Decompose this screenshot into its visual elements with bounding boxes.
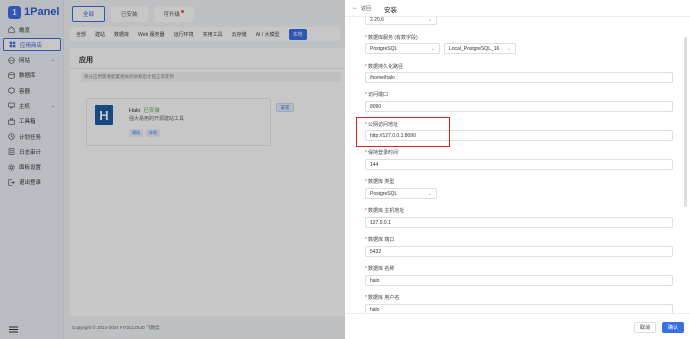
label-text: 保持登录时间 (367, 150, 398, 156)
data-path-label: *数据持久化路径 (365, 64, 403, 70)
confirm-button[interactable]: 确认 (662, 322, 684, 333)
chevron-down-icon: ⌄ (427, 17, 432, 23)
db-port-input[interactable]: 5432 (365, 246, 673, 257)
label-text: 数据库服务 (有数字段) (367, 35, 418, 41)
back-link[interactable]: 返回 (361, 5, 371, 12)
label-text: 访问端口 (367, 92, 388, 98)
form-scroll-area[interactable]: 2.20.6 ⌄ *数据库服务 (有数字段) PostgreSQL ⌄ Loca… (345, 17, 690, 313)
data-path-input[interactable]: /home/halo (365, 72, 673, 83)
drawer-title: 安装 (384, 7, 397, 14)
label-text: 数据库 名称 (367, 266, 395, 272)
cancel-button[interactable]: 取消 (634, 322, 656, 333)
db-user-label: *数据库 用户名 (365, 295, 400, 301)
drawer-header: ← 返回 安装 (345, 0, 690, 17)
select-value: Local_PostgreSQL_16 (449, 46, 500, 52)
select-value: PostgreSQL (370, 191, 398, 197)
drawer-footer: 取消 确认 (345, 313, 690, 339)
label-text: 数据库 主机地址 (367, 208, 405, 214)
annotation-highlight-box (356, 117, 450, 147)
chevron-down-icon: ⌄ (506, 46, 511, 52)
label-text: 数据库 端口 (367, 237, 395, 243)
db-name-label: *数据库 名称 (365, 266, 395, 272)
port-input[interactable]: 8090 (365, 101, 673, 112)
select-value: PostgreSQL (370, 46, 398, 52)
label-text: 数据库 类型 (367, 179, 395, 185)
back-arrow-icon[interactable]: ← (352, 5, 358, 11)
install-drawer: ← 返回 安装 2.20.6 ⌄ *数据库服务 (有数字段) PostgreSQ… (345, 0, 690, 339)
db-service-type-select[interactable]: PostgreSQL ⌄ (365, 43, 440, 54)
label-text: 数据持久化路径 (367, 64, 403, 70)
db-host-label: *数据库 主机地址 (365, 208, 405, 214)
app-root: 1 1Panel 概览 应用商店 网站 ⌄ 数据库 容器 主机 ⌄ 工具箱 计划… (0, 0, 690, 339)
scrollbar[interactable] (684, 37, 687, 207)
db-port-label: *数据库 端口 (365, 237, 395, 243)
version-select[interactable]: 2.20.6 ⌄ (365, 17, 437, 25)
version-value: 2.20.6 (370, 17, 384, 23)
session-input[interactable]: 144 (365, 159, 673, 170)
label-text: 数据库 用户名 (367, 295, 400, 301)
db-type-select[interactable]: PostgreSQL ⌄ (365, 188, 437, 199)
session-label: *保持登录时间 (365, 150, 398, 156)
chevron-down-icon: ⌄ (427, 191, 432, 197)
db-service-name-select[interactable]: Local_PostgreSQL_16 ⌄ (444, 43, 516, 54)
db-host-input[interactable]: 127.0.0.1 (365, 217, 673, 228)
db-type-label: *数据库 类型 (365, 179, 395, 185)
db-name-input[interactable]: halo (365, 275, 673, 286)
db-service-label: *数据库服务 (有数字段) (365, 35, 418, 41)
port-label: *访问端口 (365, 92, 388, 98)
chevron-down-icon: ⌄ (430, 46, 435, 52)
db-user-input[interactable]: halo (365, 304, 673, 313)
